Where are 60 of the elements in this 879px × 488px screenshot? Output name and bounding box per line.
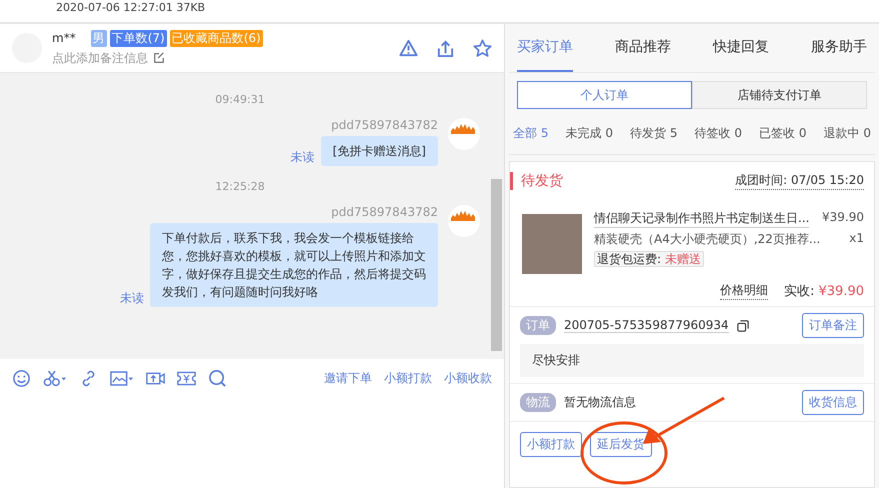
freight-badge: 退货包运费: 未赠送: [594, 251, 704, 267]
paid-amount: ¥39.90: [818, 284, 864, 298]
order-filter[interactable]: 待发货 5: [630, 125, 678, 142]
order-filter[interactable]: 待签收 0: [694, 125, 742, 142]
search-icon[interactable]: [208, 368, 227, 388]
edit-icon[interactable]: [153, 52, 165, 64]
copy-icon[interactable]: [736, 320, 749, 332]
sidebar-tab[interactable]: 买家订单: [517, 24, 573, 72]
toolbar-link[interactable]: 邀请下单: [324, 370, 372, 386]
sender-name: pdd75897843782: [331, 118, 438, 132]
order-action-button[interactable]: 延后发货: [590, 432, 652, 457]
share-icon[interactable]: [436, 38, 455, 58]
read-status: 未读: [120, 290, 144, 307]
scissors-icon[interactable]: [43, 368, 67, 388]
contact-name: m**: [52, 31, 76, 45]
file-info: 2020-07-06 12:27:01 37KB: [56, 2, 206, 14]
contact-tag: 已收藏商品数(6): [170, 30, 263, 46]
order-type-tab[interactable]: 店铺待支付订单: [692, 81, 867, 109]
scrollbar-thumb[interactable]: [491, 179, 502, 351]
order-filter[interactable]: 已签收 0: [759, 125, 806, 142]
message-bubble: 下单付款后，联系下我，我会发一个模板链接给您，您挑好喜欢的模板，就可以上传照片和添加文字，做好保存且提交生成您的作品，然后将提交码发我们，有问题随时问我好咯: [150, 223, 438, 307]
sidebar-tab[interactable]: 服务助手: [811, 24, 867, 72]
order-status: 待发货: [510, 172, 563, 190]
sidebar-tab[interactable]: 商品推荐: [615, 24, 671, 72]
logistics-label: 物流: [520, 393, 556, 412]
order-number: 200705-575359877960934: [564, 318, 729, 333]
address-button[interactable]: 收货信息: [802, 390, 864, 415]
contact-tag: 男: [90, 30, 107, 46]
message-time: 09:49:31: [214, 92, 266, 108]
message-bubble: [免拼卡赠送消息]: [320, 136, 438, 166]
order-filter[interactable]: 退款中 0: [824, 125, 871, 142]
price-detail-link[interactable]: 价格明细: [720, 282, 768, 300]
sender-name: pdd75897843782: [331, 205, 438, 219]
toolbar-link[interactable]: 小额打款: [384, 370, 432, 386]
sidebar-tab[interactable]: 快捷回复: [713, 24, 769, 72]
order-type-tab[interactable]: 个人订单: [517, 81, 692, 109]
product-price: ¥39.90: [822, 210, 864, 226]
group-time: 成团时间: 07/05 15:20: [735, 172, 864, 190]
warning-icon[interactable]: [399, 38, 418, 58]
order-note-button[interactable]: 订单备注: [802, 313, 864, 338]
product-quantity: x1: [849, 231, 864, 247]
emoji-icon[interactable]: [12, 368, 31, 388]
paid-label: 实收:: [784, 283, 814, 300]
product-photo-placeholder: [522, 214, 582, 274]
order-label: 订单: [520, 316, 556, 335]
contact-tag: 下单数(7): [110, 30, 167, 46]
shop-avatar: [448, 205, 480, 237]
logistics-info: 暂无物流信息: [564, 394, 636, 411]
read-status: 未读: [290, 149, 315, 166]
star-icon[interactable]: [473, 38, 492, 58]
order-filter[interactable]: 未完成 0: [566, 125, 613, 142]
product-title[interactable]: 情侣聊天记录制作书照片书定制送生日...: [594, 210, 810, 228]
shop-avatar: [448, 118, 480, 150]
product-variant: 精装硬壳（A4大小硬壳硬页）,22页推荐...: [594, 231, 820, 248]
toolbar-link[interactable]: 小额收款: [444, 370, 492, 386]
order-filter[interactable]: 全部 5: [513, 125, 548, 142]
message-time: 12:25:28: [214, 179, 266, 195]
order-action-button[interactable]: 小额打款: [520, 432, 582, 457]
order-note: 尽快安排: [520, 344, 864, 377]
image-icon[interactable]: [110, 368, 134, 388]
